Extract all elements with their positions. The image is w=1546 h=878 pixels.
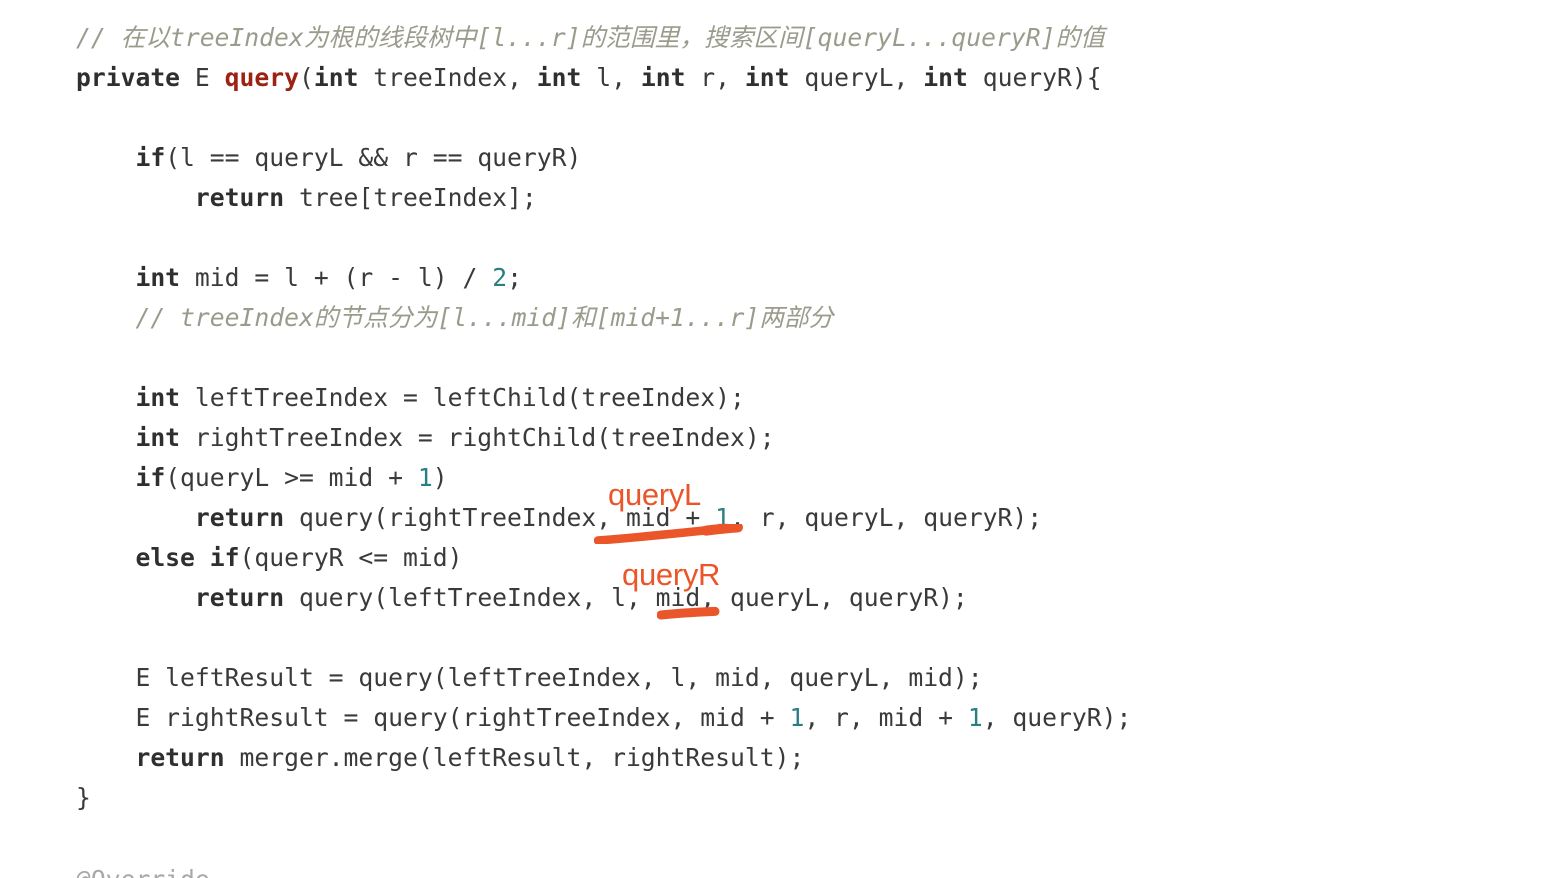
code-token-annotation: @Override bbox=[76, 865, 210, 878]
annotation-underline-stroke-queryr bbox=[656, 604, 723, 626]
code-line: if(queryL >= mid + 1) bbox=[76, 458, 1516, 498]
code-line: E rightResult = query(rightTreeIndex, mi… bbox=[76, 698, 1516, 738]
code-token-kw: int bbox=[135, 383, 181, 412]
code-token-kw: int bbox=[313, 63, 359, 92]
code-token-kw: int bbox=[536, 63, 582, 92]
code-line: int rightTreeIndex = rightChild(treeInde… bbox=[76, 418, 1516, 458]
code-line: else if(queryR <= mid) bbox=[76, 538, 1516, 578]
code-token-kw: int bbox=[135, 423, 181, 452]
code-token-plain: rightTreeIndex = rightChild(treeIndex); bbox=[180, 423, 775, 452]
code-line: E leftResult = query(leftTreeIndex, l, m… bbox=[76, 658, 1516, 698]
annotation-label-queryr: queryR bbox=[622, 557, 721, 592]
code-token-fname: query bbox=[224, 63, 299, 92]
code-token-plain: E leftResult = query(leftTreeIndex, l, m… bbox=[76, 663, 983, 692]
code-screenshot-page: // 在以treeIndex为根的线段树中[l...r]的范围里，搜索区间[qu… bbox=[0, 0, 1546, 878]
code-token-plain: , r, mid + bbox=[804, 703, 968, 732]
code-token-kw: if bbox=[135, 143, 166, 172]
code-token-plain: tree[treeIndex]; bbox=[284, 183, 537, 212]
code-token-num: 1 bbox=[417, 463, 433, 492]
code-token-plain: ( bbox=[298, 63, 314, 92]
code-token-num: 1 bbox=[967, 703, 983, 732]
code-line: int leftTreeIndex = leftChild(treeIndex)… bbox=[76, 378, 1516, 418]
code-token-kw: int bbox=[135, 263, 181, 292]
code-token-plain: r, bbox=[685, 63, 745, 92]
code-line: // treeIndex的节点分为[l...mid]和[mid+1...r]两部… bbox=[76, 298, 1516, 338]
code-token-plain: ) bbox=[432, 463, 448, 492]
code-token-plain: queryL, bbox=[789, 63, 924, 92]
code-line: return tree[treeIndex]; bbox=[76, 178, 1516, 218]
code-token-kw: return bbox=[194, 583, 285, 612]
code-token-plain: queryR){ bbox=[967, 63, 1102, 92]
code-token-cmt: // treeIndex的节点分为[l...mid]和[mid+1...r]两部… bbox=[135, 303, 834, 332]
annotation-underline-stroke-queryl bbox=[593, 522, 744, 548]
code-token-plain: merger.merge(leftResult, rightResult); bbox=[224, 743, 805, 772]
code-token-plain: E rightResult = query(rightTreeIndex, mi… bbox=[76, 703, 790, 732]
code-token-kw: int bbox=[744, 63, 790, 92]
code-line: return query(rightTreeIndex, mid + 1, r,… bbox=[76, 498, 1516, 538]
code-line: int mid = l + (r - l) / 2; bbox=[76, 258, 1516, 298]
code-token-plain: , queryR); bbox=[982, 703, 1132, 732]
code-line: // 在以treeIndex为根的线段树中[l...r]的范围里，搜索区间[qu… bbox=[76, 18, 1516, 58]
code-token-plain: (l == queryL && r == queryR) bbox=[165, 143, 582, 172]
code-token-num: 2 bbox=[492, 263, 508, 292]
code-token-kw: int bbox=[640, 63, 686, 92]
code-token-plain: E bbox=[180, 63, 225, 92]
code-line: @Override bbox=[76, 860, 476, 878]
code-token-plain: (queryR <= mid) bbox=[239, 543, 463, 572]
code-token-kw: int bbox=[923, 63, 968, 92]
code-token-kw: private bbox=[76, 63, 181, 92]
code-token-kw: else if bbox=[135, 543, 240, 572]
code-token-cmt: // 在以treeIndex为根的线段树中[l...r]的范围里，搜索区间[qu… bbox=[76, 23, 1105, 52]
code-token-plain: ; bbox=[507, 263, 522, 292]
code-token-plain: treeIndex, bbox=[358, 63, 537, 92]
code-token-kw: return bbox=[194, 503, 285, 532]
code-line: private E query(int treeIndex, int l, in… bbox=[76, 58, 1516, 98]
code-token-plain: leftTreeIndex = leftChild(treeIndex); bbox=[180, 383, 745, 412]
code-token-plain: mid = l + (r - l) / bbox=[180, 263, 493, 292]
code-line: return query(leftTreeIndex, l, mid, quer… bbox=[76, 578, 1516, 618]
code-token-num: 1 bbox=[789, 703, 805, 732]
code-token-kw: return bbox=[135, 743, 225, 772]
code-token-plain: l, bbox=[581, 63, 641, 92]
code-line: } bbox=[76, 778, 1516, 818]
code-token-kw: return bbox=[194, 183, 285, 212]
code-block: // 在以treeIndex为根的线段树中[l...r]的范围里，搜索区间[qu… bbox=[76, 18, 1516, 858]
code-token-plain: (queryL >= mid + bbox=[165, 463, 418, 492]
annotation-label-queryl: queryL bbox=[608, 477, 701, 512]
code-token-kw: if bbox=[135, 463, 166, 492]
code-token-plain: } bbox=[76, 783, 91, 812]
override-annotation-clipped: @Override bbox=[76, 860, 476, 878]
code-line: return merger.merge(leftResult, rightRes… bbox=[76, 738, 1516, 778]
code-token-plain: , r, queryL, queryR); bbox=[730, 503, 1043, 532]
code-line: if(l == queryL && r == queryR) bbox=[76, 138, 1516, 178]
